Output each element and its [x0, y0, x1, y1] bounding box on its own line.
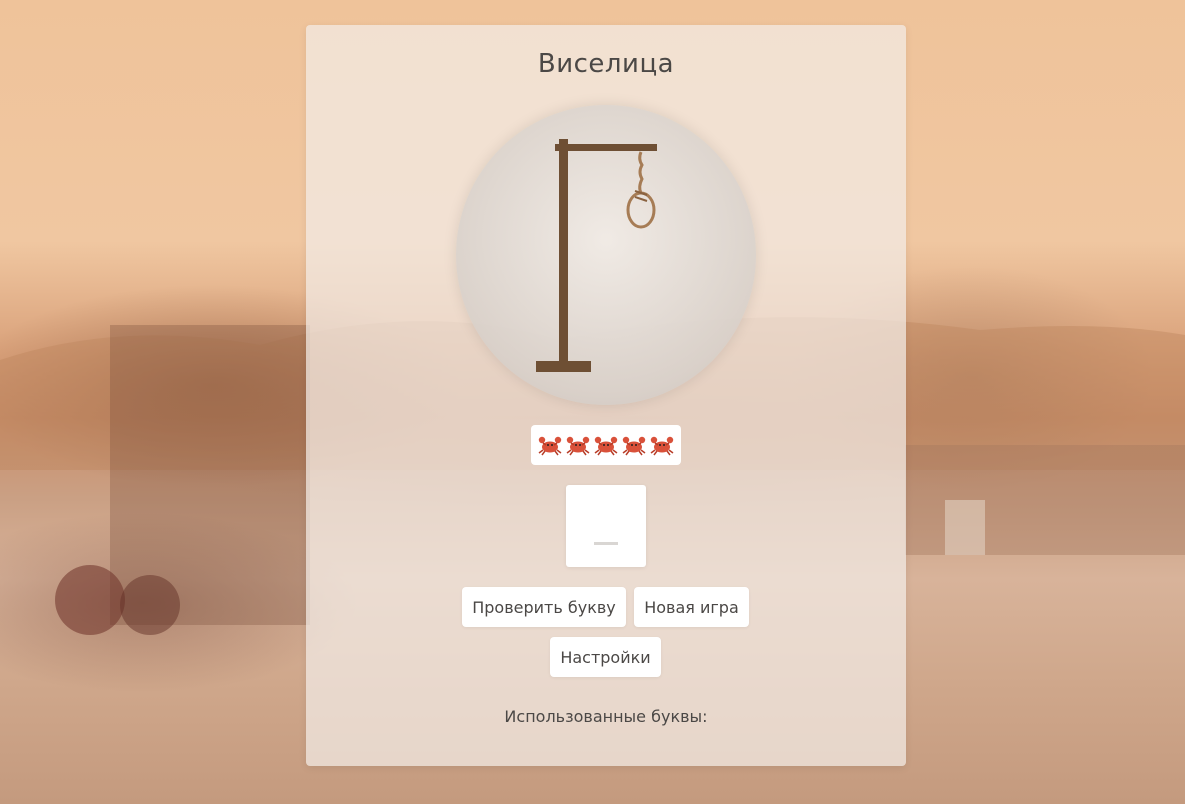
crab-icon [538, 436, 562, 456]
letter-input-box[interactable] [566, 485, 646, 567]
gallows-icon [536, 139, 657, 372]
gallows-scene [456, 105, 756, 405]
check-letter-button[interactable]: Проверить букву [462, 587, 626, 627]
lives-indicator [531, 425, 681, 465]
new-game-button[interactable]: Новая игра [634, 587, 749, 627]
crab-icon [566, 436, 590, 456]
crab-icon [594, 436, 618, 456]
game-card: Виселица Проверить букву Новая игра Наст… [306, 25, 906, 766]
crab-icon [650, 436, 674, 456]
crab-icon [622, 436, 646, 456]
used-letters-label: Использованные буквы: [504, 707, 708, 726]
settings-button[interactable]: Настройки [550, 637, 661, 677]
word-letter-slot [594, 542, 618, 545]
game-title: Виселица [537, 49, 675, 79]
